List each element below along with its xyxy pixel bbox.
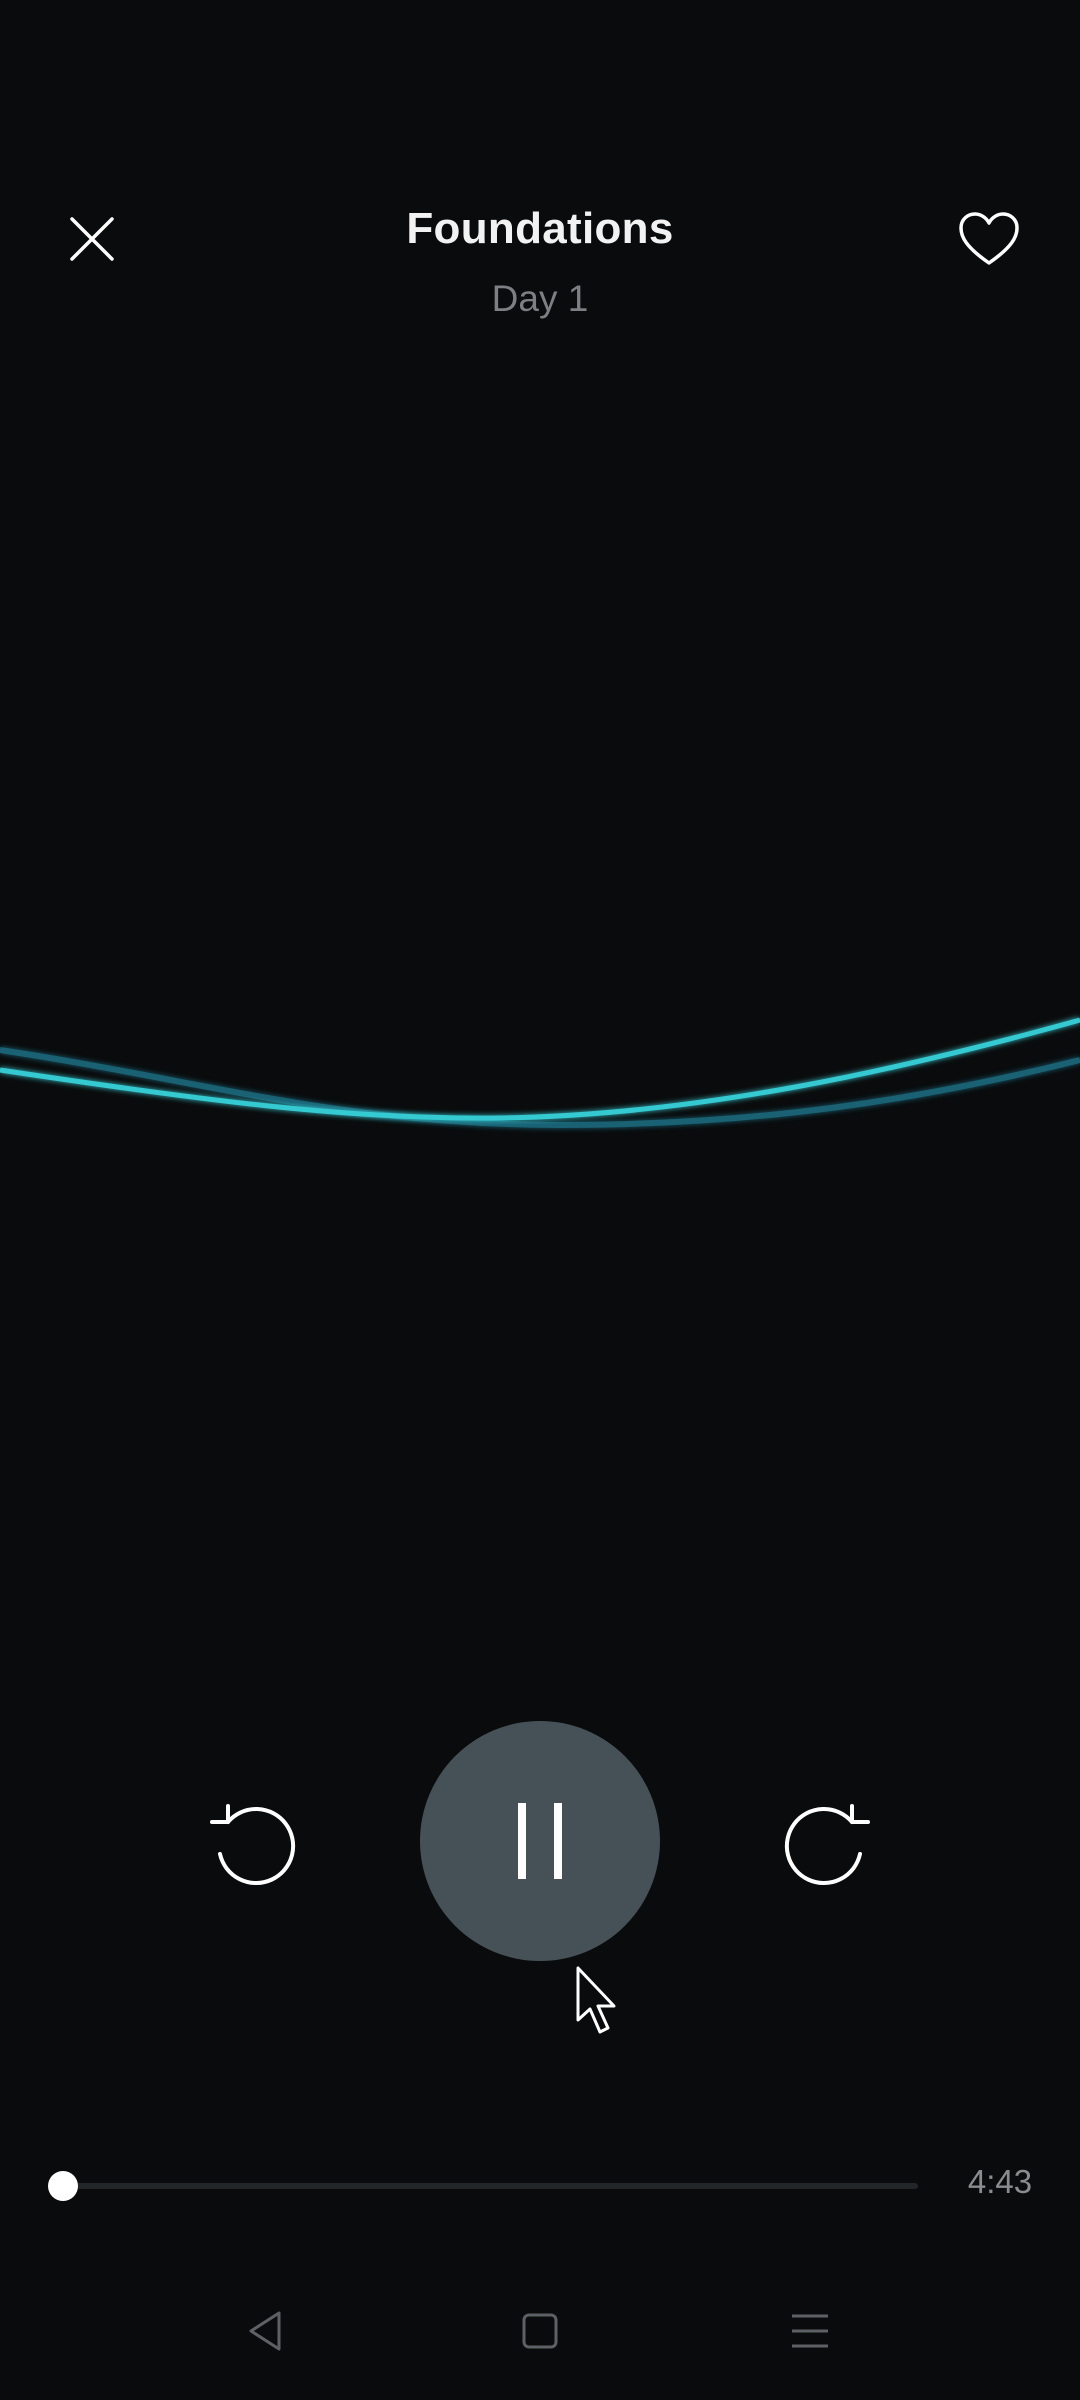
pause-button[interactable] — [420, 1721, 660, 1961]
rewind-icon — [210, 1804, 296, 1886]
forward-icon — [784, 1804, 870, 1886]
pause-icon — [518, 1803, 562, 1879]
progress-track[interactable] — [63, 2183, 918, 2189]
wave-line-primary — [0, 1017, 1080, 1121]
heart-icon — [959, 212, 1019, 265]
system-back-button[interactable] — [230, 2306, 300, 2356]
audio-wave-visual — [0, 1017, 1080, 1129]
duration-label: 4:43 — [967, 2163, 1033, 2200]
nav-recents-icon — [792, 2314, 828, 2348]
rewind-button[interactable] — [200, 1790, 304, 1894]
favorite-button[interactable] — [944, 194, 1034, 284]
progress-thumb[interactable] — [48, 2171, 78, 2201]
system-recents-button[interactable] — [775, 2306, 845, 2356]
system-home-button[interactable] — [505, 2306, 575, 2356]
forward-button[interactable] — [776, 1790, 880, 1894]
page-subtitle: Day 1 — [491, 278, 589, 319]
page-title: Foundations — [406, 204, 674, 253]
nav-home-icon — [522, 2313, 558, 2349]
nav-back-icon — [249, 2311, 281, 2351]
mouse-cursor-icon — [576, 1966, 616, 2034]
